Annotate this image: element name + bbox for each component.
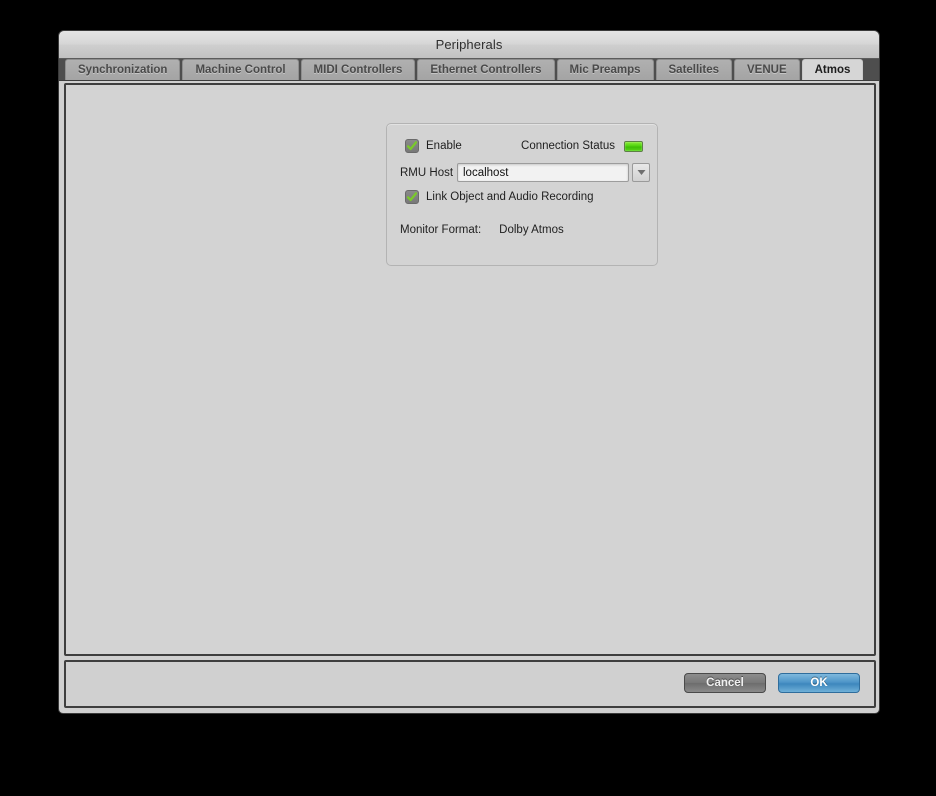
peripherals-dialog: Peripherals Synchronization Machine Cont… — [58, 30, 880, 714]
enable-label: Enable — [426, 140, 462, 152]
connection-status-group: Connection Status — [521, 140, 643, 152]
enable-checkbox-group[interactable]: Enable — [405, 139, 462, 153]
tab-content-panel: Enable Connection Status RMU Host localh… — [64, 83, 876, 656]
rmu-host-row: RMU Host — [400, 163, 650, 182]
tab-satellites[interactable]: Satellites — [655, 59, 732, 80]
tab-atmos[interactable]: Atmos — [801, 59, 864, 80]
tab-midi-controllers[interactable]: MIDI Controllers — [300, 59, 416, 80]
checkmark-icon — [406, 141, 418, 151]
rmu-host-combobox[interactable] — [457, 163, 650, 182]
checkmark-icon — [406, 192, 418, 202]
enable-checkbox[interactable] — [405, 139, 419, 153]
dialog-footer: Cancel OK — [64, 660, 876, 708]
window-title: Peripherals — [435, 37, 503, 52]
cancel-button[interactable]: Cancel — [684, 673, 766, 693]
tab-machine-control[interactable]: Machine Control — [182, 59, 299, 80]
chevron-down-icon — [637, 170, 645, 175]
tab-bar: Synchronization Machine Control MIDI Con… — [59, 59, 879, 81]
rmu-host-input[interactable] — [457, 163, 629, 182]
link-recording-checkbox-group[interactable]: Link Object and Audio Recording — [405, 190, 594, 204]
title-bar: Peripherals — [59, 31, 879, 59]
monitor-format-value: Dolby Atmos — [499, 224, 564, 236]
enable-status-row: Enable Connection Status — [405, 139, 643, 153]
rmu-host-label: RMU Host — [400, 166, 454, 179]
tab-ethernet-controllers[interactable]: Ethernet Controllers — [417, 59, 555, 80]
ok-button[interactable]: OK — [778, 673, 860, 693]
link-recording-row: Link Object and Audio Recording — [405, 190, 594, 204]
monitor-format-row: Monitor Format: Dolby Atmos — [400, 224, 564, 236]
tab-synchronization[interactable]: Synchronization — [65, 59, 181, 80]
monitor-format-label: Monitor Format: — [400, 224, 482, 236]
rmu-host-dropdown-button[interactable] — [632, 163, 650, 182]
link-recording-label: Link Object and Audio Recording — [426, 191, 594, 203]
connection-status-led — [624, 140, 643, 152]
link-recording-checkbox[interactable] — [405, 190, 419, 204]
tab-mic-preamps[interactable]: Mic Preamps — [556, 59, 654, 80]
tab-venue[interactable]: VENUE — [734, 59, 800, 80]
atmos-settings-group: Enable Connection Status RMU Host localh… — [386, 123, 658, 266]
connection-status-label: Connection Status — [521, 140, 615, 152]
